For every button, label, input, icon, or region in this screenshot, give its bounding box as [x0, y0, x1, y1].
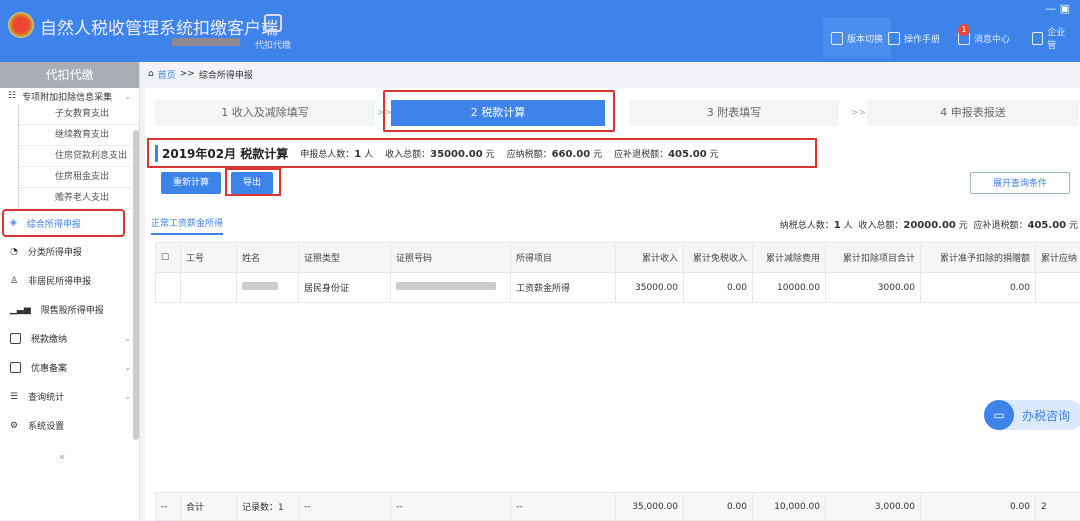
document-icon	[888, 32, 900, 45]
enterprise-button[interactable]: 企业管	[1024, 18, 1080, 58]
tax-summary: 2019年02月 税款计算 申报总人数：1 人 收入总额：35000.00 元 …	[147, 138, 817, 168]
document-icon	[831, 32, 843, 45]
module-withhold[interactable]: 代扣代缴	[255, 14, 291, 51]
totals-row: -- 合计 记录数：1 -- -- -- 35,000.00 0.00 10,0…	[156, 493, 1080, 521]
tax-consult-button[interactable]: ▭办税咨询	[984, 400, 1080, 430]
sidebar-subitem[interactable]: 住房租金支出	[18, 167, 139, 188]
sidebar-item-restricted-stock[interactable]: ▁▃▅限售股所得申报	[0, 295, 139, 324]
select-all-checkbox[interactable]: ☐	[156, 243, 181, 273]
expand-query-button[interactable]: 展开查询条件	[970, 172, 1070, 194]
wallet-icon	[264, 14, 282, 32]
step-4[interactable]: 4 申报表报送	[867, 100, 1079, 126]
chevron-down-icon: ⌄	[124, 363, 131, 372]
restore-icon[interactable]: ▣	[1060, 2, 1070, 15]
sidebar-subitem[interactable]: 继续教育支出	[18, 125, 139, 146]
chat-icon: ▭	[984, 400, 1014, 430]
tab-stats: 纳税总人数：1 人 收入总额：20000.00 元 应补退税额：405.00 元	[780, 218, 1078, 231]
search-list-icon: ☰	[10, 392, 18, 402]
file-icon	[10, 362, 21, 373]
breadcrumb-home[interactable]: 首页	[158, 68, 176, 81]
sidebar-subitem[interactable]: 住房贷款利息支出	[18, 146, 139, 167]
sidebar-item-settings[interactable]: ⚙系统设置	[0, 411, 139, 440]
sidebar-item-tax-payment[interactable]: 税款缴纳⌄	[0, 324, 139, 353]
tax-calc-panel: 1 收入及减除填写 >> 2 税款计算 3 附表填写 >> 4 申报表报送 20…	[145, 88, 1080, 520]
sidebar-item-preferential[interactable]: 优惠备案⌄	[0, 353, 139, 382]
folder-icon	[10, 333, 21, 344]
sidebar-scrollbar[interactable]	[133, 130, 139, 440]
layers-icon: ◈	[10, 218, 17, 228]
row-checkbox[interactable]	[156, 273, 181, 303]
manual-button[interactable]: 操作手册	[880, 18, 948, 58]
step-1[interactable]: 1 收入及减除填写	[155, 100, 375, 126]
summary-title: 2019年02月 税款计算	[155, 145, 288, 162]
emblem-logo	[8, 12, 34, 38]
app-title: 自然人税收管理系统扣缴客户端	[40, 14, 278, 39]
sidebar: 代扣代缴 ☷专项附加扣除信息采集⌄ 子女教育支出 继续教育支出 住房贷款利息支出…	[0, 62, 140, 520]
home-icon: ⌂	[148, 69, 154, 79]
step-separator: >>	[851, 100, 866, 126]
chevron-down-icon: ⌄	[124, 392, 131, 401]
sidebar-item-comprehensive[interactable]: ◈综合所得申报	[4, 211, 123, 235]
sidebar-subitem[interactable]: 子女教育支出	[18, 104, 139, 125]
user-icon: ♙	[10, 276, 18, 286]
chevron-down-icon: ⌄	[124, 334, 131, 343]
highlight-box	[383, 90, 615, 132]
step-3[interactable]: 3 附表填写	[629, 100, 839, 126]
table-row[interactable]: 居民身份证 工资薪金所得 35000.00 0.00 10000.00 3000…	[156, 273, 1080, 303]
message-center-button[interactable]: 1消息中心	[950, 18, 1018, 58]
chevron-down-icon: ⌄	[124, 92, 131, 101]
pie-icon: ◔	[10, 247, 18, 257]
table-footer: -- 合计 记录数：1 -- -- -- 35,000.00 0.00 10,0…	[155, 492, 1080, 521]
main-content: ⌂ 首页 >> 综合所得申报 1 收入及减除填写 >> 2 税款计算 3 附表填…	[140, 62, 1080, 520]
breadcrumb-current: 综合所得申报	[199, 68, 253, 81]
sidebar-subitem[interactable]: 赡养老人支出	[18, 188, 139, 209]
table-header: ☐ 工号 姓名 证照类型 证照号码 所得项目 累计收入 累计免税收入 累计减除费…	[156, 243, 1080, 273]
list-icon	[1032, 32, 1043, 45]
sidebar-item-query[interactable]: ☰查询统计⌄	[0, 382, 139, 411]
version-label	[172, 38, 240, 46]
window-controls[interactable]: — ▣	[1045, 2, 1070, 15]
redacted-id	[396, 282, 496, 290]
bar-chart-icon: ▁▃▅	[10, 305, 31, 315]
tab-regular-salary[interactable]: 正常工资薪金所得	[151, 216, 223, 235]
redacted-name	[242, 282, 278, 290]
highlight-box	[225, 168, 281, 196]
collapse-sidebar-button[interactable]: «	[50, 452, 74, 463]
breadcrumb: ⌂ 首页 >> 综合所得申报	[140, 62, 1080, 86]
app-header: 自然人税收管理系统扣缴客户端 代扣代缴 版本切换 操作手册 1消息中心 企业管 …	[0, 0, 1080, 62]
sidebar-item-nonresident[interactable]: ♙非居民所得申报	[0, 266, 139, 295]
list-icon: ☷	[8, 91, 16, 101]
sidebar-item-classified[interactable]: ◔分类所得申报	[0, 237, 139, 266]
sidebar-heading: 代扣代缴	[0, 62, 139, 88]
sidebar-group-special-deduction[interactable]: ☷专项附加扣除信息采集⌄	[0, 88, 139, 104]
minimize-icon[interactable]: —	[1045, 2, 1056, 15]
message-badge: 1	[958, 24, 970, 36]
gear-icon: ⚙	[10, 421, 18, 431]
recalculate-button[interactable]: 重新计算	[161, 172, 221, 194]
tax-table: ☐ 工号 姓名 证照类型 证照号码 所得项目 累计收入 累计免税收入 累计减除费…	[155, 242, 1080, 303]
